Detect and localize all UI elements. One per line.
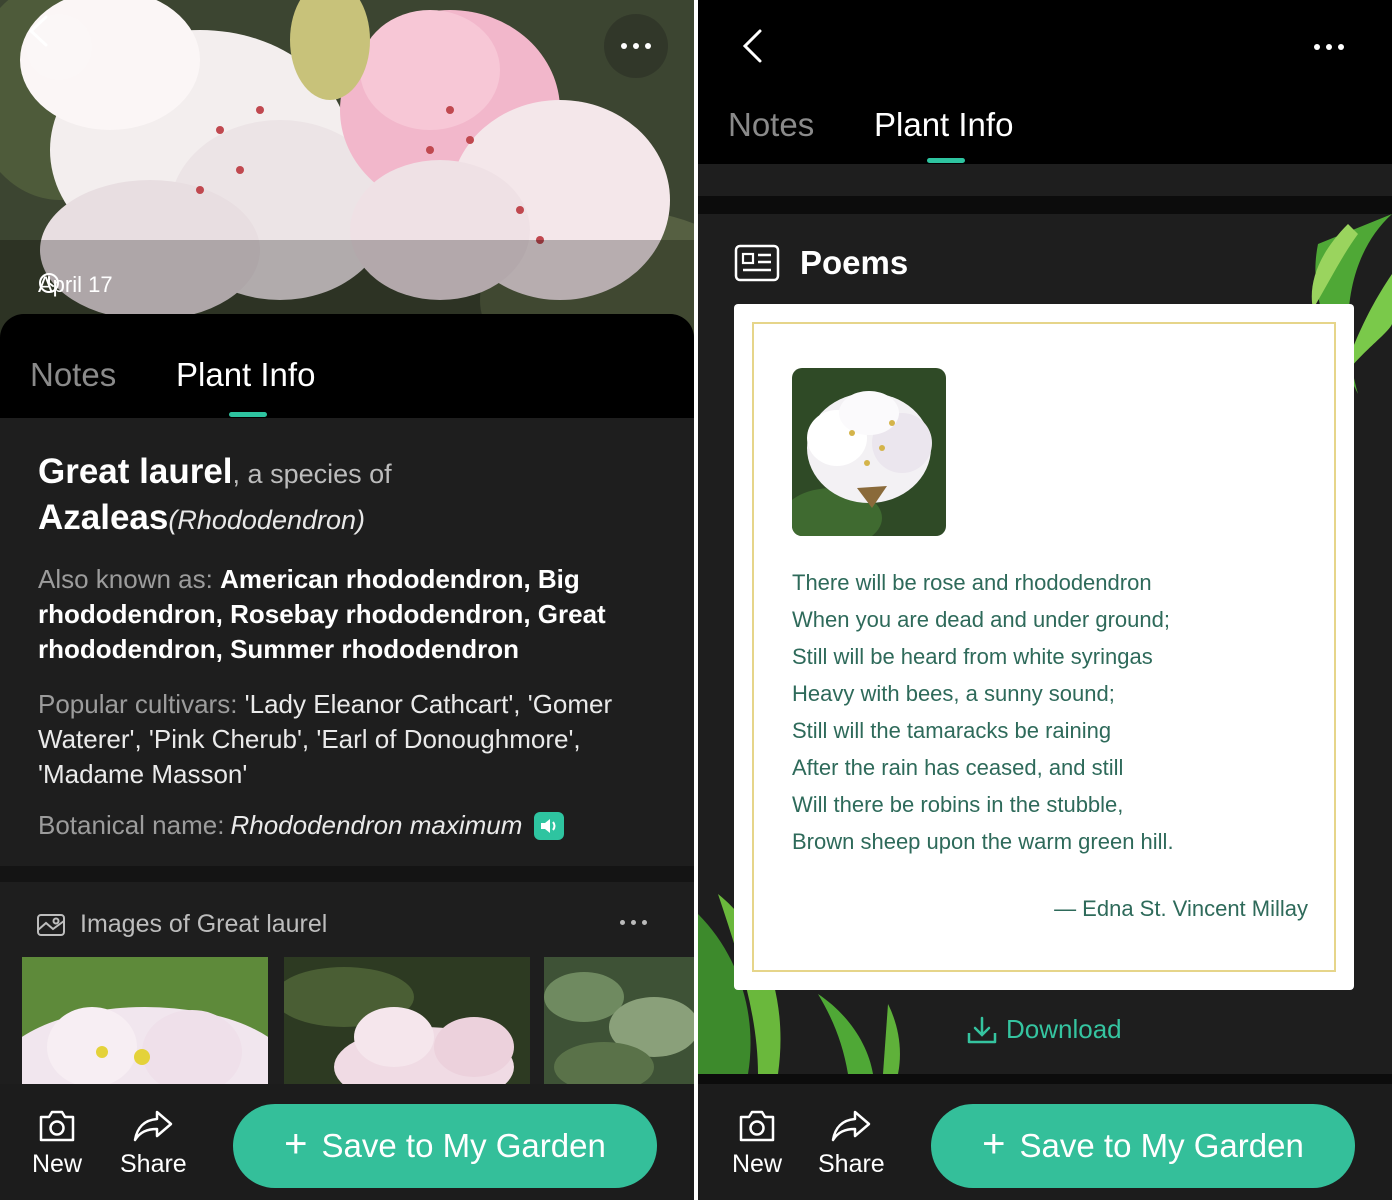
poems-title: Poems [800, 244, 909, 281]
also-known-as: Also known as: American rhododendron, Bi… [38, 562, 658, 667]
date-stamp: April 17 [38, 272, 113, 298]
save-to-garden-button[interactable]: + Save to My Garden [931, 1104, 1355, 1188]
images-section: Images of Great laurel [0, 882, 694, 1112]
plant-title: Great laurel, a species of [38, 450, 658, 496]
hero-photo: April 17 [0, 0, 694, 340]
left-screen: April 17 Notes Plant Info Great laurel, … [0, 0, 694, 1200]
images-section-header: Images of Great laurel [36, 910, 327, 939]
plus-icon: + [284, 1122, 308, 1166]
tab-bar: Notes Plant Info [0, 314, 694, 418]
camera-icon [739, 1110, 775, 1142]
poem-line: Still will be heard from white syringas [792, 644, 1153, 669]
shrub-thumbnail-image [544, 957, 694, 1087]
camera-icon [39, 1110, 75, 1142]
tab-bar: Notes Plant Info [698, 90, 1392, 164]
aka-label: Also known as: [38, 564, 221, 594]
poem-line: Brown sheep upon the warm green hill. [792, 829, 1174, 854]
tab-plant-info[interactable]: Plant Info [176, 356, 315, 394]
save-label: Save to My Garden [321, 1127, 606, 1164]
species-connector: , a species of [232, 459, 392, 489]
poem-text: There will be rose and rhododendron When… [792, 564, 1312, 860]
section-divider [0, 866, 694, 882]
bottom-action-bar: New Share + Save to My Garden [0, 1084, 694, 1200]
poems-section: Poems There will be rose and rhododendro… [698, 214, 1392, 1074]
share-button[interactable]: Share [818, 1108, 885, 1179]
botanical-name: Botanical name: Rhododendron maximum [38, 810, 658, 841]
section-divider [698, 1074, 1392, 1084]
back-button[interactable] [26, 14, 92, 80]
plant-image-thumbnail[interactable] [544, 957, 694, 1087]
chevron-left-icon [28, 15, 48, 47]
more-options-button[interactable] [604, 14, 668, 78]
poem-line: After the rain has ceased, and still [792, 755, 1124, 780]
poem-line: When you are dead and under ground; [792, 607, 1170, 632]
new-button[interactable]: New [32, 1108, 82, 1179]
botanical-label: Botanical name: [38, 810, 225, 840]
poem-author: — Edna St. Vincent Millay [1054, 896, 1308, 921]
poem-line: Will there be robins in the stubble, [792, 792, 1124, 817]
images-section-title: Images of Great laurel [80, 910, 328, 938]
section-divider [698, 164, 1392, 196]
flower-thumbnail-image [284, 957, 530, 1087]
plant-info-content: Great laurel, a species of Azaleas(Rhodo… [38, 450, 658, 841]
save-label: Save to My Garden [1019, 1127, 1304, 1164]
active-tab-indicator [927, 158, 965, 163]
clock-icon [39, 273, 59, 293]
plant-info-sheet: Notes Plant Info Great laurel, a species… [0, 314, 694, 1200]
poem-card-icon [734, 244, 780, 282]
plant-image-thumbnail[interactable] [284, 957, 530, 1087]
bottom-action-bar: New Share + Save to My Garden [698, 1084, 1392, 1200]
more-options-button[interactable] [1314, 44, 1344, 50]
common-name: Great laurel [38, 452, 233, 491]
flower-thumbnail-image [22, 957, 268, 1087]
share-icon [134, 1110, 173, 1142]
right-screen: Notes Plant Info Poems There will be ros… [698, 0, 1392, 1200]
new-button[interactable]: New [732, 1108, 782, 1179]
share-icon [832, 1110, 871, 1142]
poem-line: Still will the tamaracks be raining [792, 718, 1112, 743]
plus-icon: + [982, 1122, 1006, 1166]
download-label: Download [1006, 1014, 1122, 1044]
save-to-garden-button[interactable]: + Save to My Garden [233, 1104, 657, 1188]
pronounce-button[interactable] [534, 811, 565, 840]
gallery-icon [37, 913, 65, 936]
poem-line: Heavy with bees, a sunny sound; [792, 681, 1115, 706]
genus-latin: (Rhododendron) [168, 505, 366, 535]
poem-flower-image [792, 368, 946, 536]
white-rhododendron-image [792, 368, 946, 536]
new-label: New [732, 1150, 783, 1178]
poem-card-frame: There will be rose and rhododendron When… [752, 322, 1336, 972]
images-more-button[interactable] [620, 920, 647, 925]
more-icon [1314, 44, 1344, 50]
tab-notes[interactable]: Notes [30, 356, 116, 394]
download-icon [967, 1016, 997, 1043]
share-button[interactable]: Share [120, 1108, 187, 1179]
poem-card: There will be rose and rhododendron When… [734, 304, 1354, 990]
more-icon [620, 920, 647, 925]
section-divider [698, 196, 1392, 214]
download-button[interactable]: Download [966, 1014, 1122, 1045]
plant-image-thumbnail[interactable] [22, 957, 268, 1087]
share-label: Share [120, 1150, 187, 1178]
genus-name: Azaleas [38, 498, 169, 537]
share-label: Share [818, 1150, 885, 1178]
more-icon [621, 43, 651, 49]
popular-cultivars: Popular cultivars: 'Lady Eleanor Cathcar… [38, 687, 658, 792]
cultivars-label: Popular cultivars: [38, 689, 245, 719]
tab-plant-info[interactable]: Plant Info [874, 106, 1013, 144]
poems-header: Poems [734, 244, 908, 282]
botanical-value: Rhododendron maximum [230, 810, 523, 840]
tab-notes[interactable]: Notes [728, 106, 814, 144]
genus-line: Azaleas(Rhododendron) [38, 496, 658, 542]
speaker-icon [541, 818, 556, 833]
back-button[interactable] [740, 28, 780, 68]
active-tab-indicator [229, 412, 267, 417]
poem-line: There will be rose and rhododendron [792, 570, 1152, 595]
new-label: New [32, 1150, 83, 1178]
chevron-left-icon [742, 29, 762, 63]
